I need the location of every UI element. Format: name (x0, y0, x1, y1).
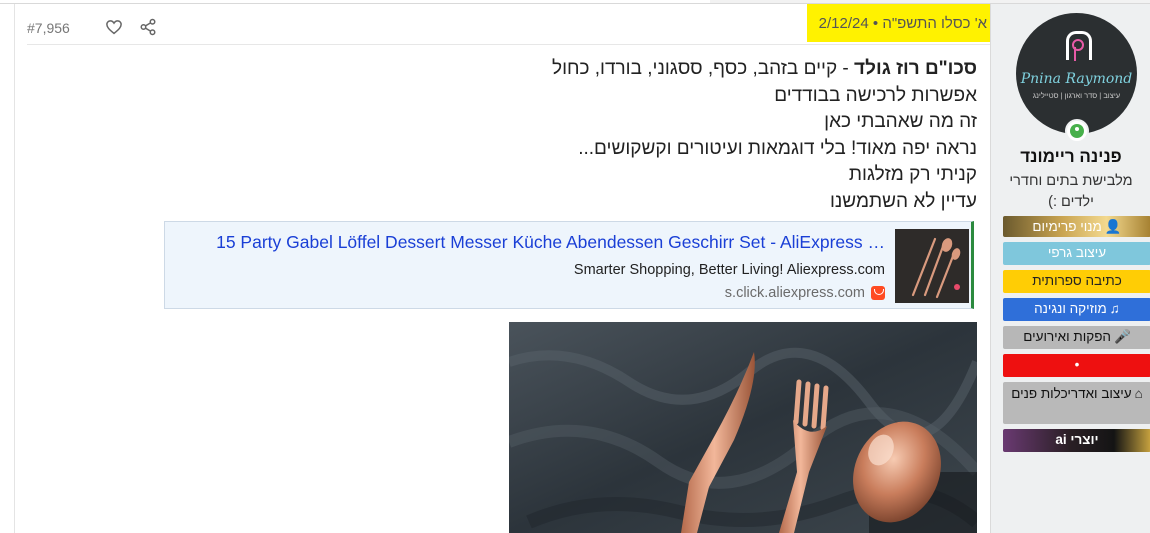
badge-label: הפקות ואירועים (1023, 329, 1111, 344)
product-colors: - קיים בזהב, כסף, ססגוני, בורדו, כחול (552, 58, 855, 79)
online-status-icon (1065, 119, 1089, 143)
post-line: זה מה שאהבתי כאן (824, 111, 977, 132)
link-preview-card[interactable]: 15 Party Gabel Löffel Dessert Messer Küc… (164, 221, 974, 309)
post-line: אפשרות לרכישה בבודדים (774, 84, 977, 106)
user-sidebar: Pnina Raymond עיצוב | סדר וארגון | סטייל… (990, 4, 1150, 533)
hebrew-date: א' כסלו התשפ"ה (882, 15, 987, 32)
post-date: א' כסלו התשפ"ה • 2/12/24 (819, 15, 987, 32)
badge-music[interactable]: ♫מוזיקה ונגינה (1003, 298, 1150, 321)
link-domain-row: s.click.aliexpress.com (725, 285, 885, 301)
share-icon[interactable] (139, 18, 157, 36)
badge-label: יוצרי ai (1055, 432, 1099, 447)
avatar[interactable]: Pnina Raymond עיצוב | סדר וארגון | סטייל… (1016, 13, 1137, 134)
post-index[interactable]: #7,956 (27, 20, 70, 36)
badge-label: עיצוב גרפי (1047, 245, 1107, 260)
post-line: עדיין לא השתמשנו (829, 190, 977, 212)
logo-subtitle: עיצוב | סדר וארגון | סטיילינג (1032, 91, 1121, 100)
post: #7,956 א' כסלו התשפ"ה • 2/12/24 סכו"ם רו… (14, 4, 1009, 533)
badge-literary-writing[interactable]: כתיבה ספרותית (1003, 270, 1150, 293)
link-description: Smarter Shopping, Better Living! Aliexpr… (573, 262, 885, 278)
badge-events[interactable]: 🎤הפקות ואירועים (1003, 326, 1150, 349)
link-thumbnail (895, 229, 969, 303)
heart-icon[interactable] (105, 18, 123, 36)
post-content: סכו"ם רוז גולד - קיים בזהב, כסף, ססגוני,… (177, 56, 977, 215)
microphone-icon: 🎤 (1113, 329, 1131, 344)
post-line: סכו"ם רוז גולד - קיים בזהב, כסף, ססגוני,… (177, 56, 977, 83)
logo-name: Pnina Raymond (1020, 71, 1133, 87)
logo-mark-stem (1074, 47, 1076, 61)
link-domain: s.click.aliexpress.com (724, 285, 865, 301)
badge-interior-design[interactable]: ⌂עיצוב ואדריכלות פנים (1003, 382, 1150, 424)
date-highlight: א' כסלו התשפ"ה • 2/12/24 (807, 4, 1009, 42)
badge-label: מנוי פרימיום (1032, 219, 1102, 234)
badge-premium[interactable]: 👤מנוי פרימיום (1003, 216, 1150, 237)
user-badges: 👤מנוי פרימיום עיצוב גרפי כתיבה ספרותית ♫… (1003, 216, 1150, 457)
music-icon: ♫ (1109, 301, 1120, 316)
post-header: #7,956 א' כסלו התשפ"ה • 2/12/24 (27, 4, 1009, 45)
gregorian-date: 2/12/24 (818, 15, 869, 32)
date-separator: • (872, 15, 879, 32)
user-title: מלבישת בתים וחדרי ילדים :) (1009, 173, 1133, 210)
badge-label: • (1074, 357, 1080, 372)
badge-red[interactable]: • (1003, 354, 1150, 377)
post-line: קניתי רק מזלגות (848, 164, 977, 185)
badge-label: עיצוב ואדריכלות פנים (1011, 386, 1132, 401)
home-icon: ⌂ (1134, 386, 1143, 401)
badge-graphic-design[interactable]: עיצוב גרפי (1003, 242, 1150, 265)
user-name[interactable]: פנינה ריימונד (991, 147, 1150, 167)
product-name: סכו"ם רוז גולד (854, 58, 977, 79)
rose-gold-cutlery-photo[interactable] (509, 322, 977, 533)
badge-label: כתיבה ספרותית (1032, 273, 1122, 288)
link-title[interactable]: 15 Party Gabel Löffel Dessert Messer Küc… (185, 232, 885, 253)
badge-ai-creators[interactable]: יוצרי ai (1003, 429, 1150, 452)
aliexpress-icon (871, 286, 885, 300)
badge-label: מוזיקה ונגינה (1034, 301, 1107, 316)
post-line: נראה יפה מאוד! בלי דוגמאות ועיטורים וקשק… (578, 137, 977, 159)
user-icon: 👤 (1104, 219, 1122, 234)
